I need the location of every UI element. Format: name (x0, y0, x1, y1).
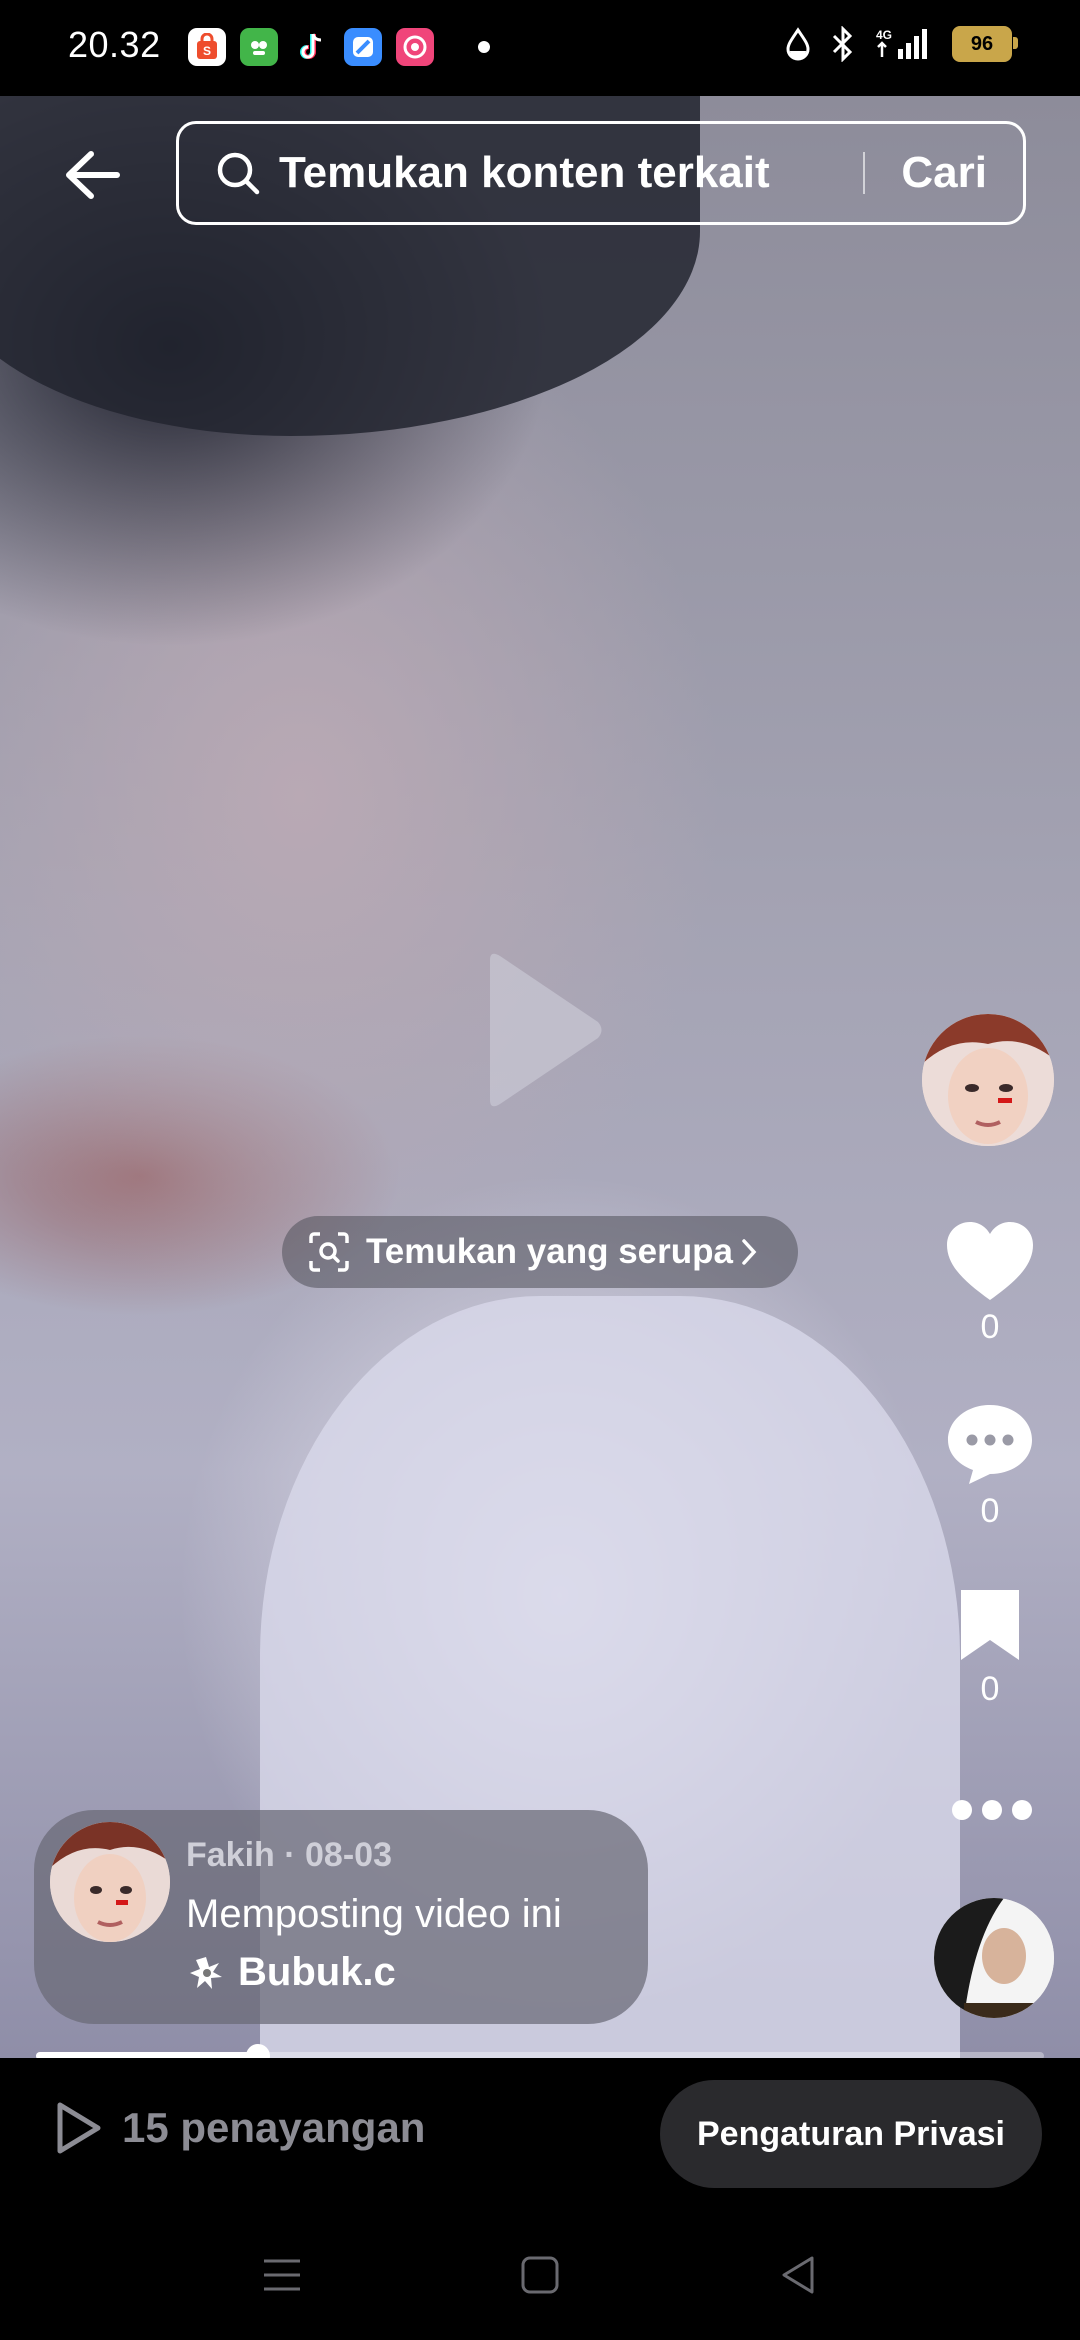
search-icon (217, 152, 260, 195)
signal-icon: 4G (876, 28, 927, 59)
find-similar-button[interactable]: Temukan yang serupa (282, 1216, 798, 1288)
creator-avatar[interactable] (922, 1014, 1054, 1146)
play-outline-icon (57, 2102, 101, 2154)
privacy-settings-button[interactable]: Pengaturan Privasi (660, 2080, 1042, 2188)
author-meta: Fakih · 08-03 (186, 1836, 392, 1874)
search-divider (863, 152, 866, 194)
data-saver-icon (786, 27, 810, 61)
search-input[interactable]: Temukan konten terkait (279, 148, 863, 198)
play-icon[interactable] (480, 950, 605, 1110)
status-bar: 20.32 S 4G 96 (0, 0, 1080, 96)
effect-sparkle-icon (190, 1956, 222, 1989)
back-button[interactable] (58, 140, 128, 210)
more-dot (982, 1800, 1002, 1820)
lazada-icon (396, 28, 434, 66)
notification-icons: S (188, 28, 490, 66)
visual-search-icon (309, 1232, 349, 1272)
home-button[interactable] (510, 2250, 570, 2300)
save-count: 0 (980, 1670, 1000, 1708)
music-disc-image (934, 1898, 1054, 2018)
battery-icon: 96 (952, 26, 1018, 62)
effect-label: Bubuk.c (238, 1950, 396, 1994)
shopee-icon: S (188, 28, 226, 66)
video-player[interactable]: Temukan konten terkait Cari Temukan yang… (0, 96, 1080, 2058)
status-time: 20.32 (68, 24, 161, 65)
heart-icon (947, 1222, 1033, 1300)
effect-link[interactable]: Bubuk.c (188, 1950, 396, 1995)
save-button[interactable]: 0 (942, 1586, 1038, 1709)
menu-icon (264, 2259, 300, 2291)
view-count: 15 penayangan (54, 2100, 425, 2156)
music-disc[interactable] (934, 1898, 1054, 2018)
more-dot (1012, 1800, 1032, 1820)
chevron-right-icon (742, 1239, 757, 1265)
bookmark-icon (961, 1590, 1019, 1660)
back-arrow-icon (66, 151, 120, 199)
back-triangle-icon (782, 2256, 814, 2294)
search-submit-button[interactable]: Cari (901, 148, 987, 198)
view-count-label: 15 penayangan (122, 2104, 426, 2151)
battery-level: 96 (970, 32, 994, 55)
more-notifications-dot (478, 41, 490, 53)
caption-text: Memposting video ini (186, 1892, 562, 1936)
screen: 20.32 S 4G 96 Temukan konten terkait Car… (0, 0, 1080, 2340)
recent-apps-button[interactable] (252, 2250, 312, 2300)
home-square-icon (521, 2256, 559, 2294)
app-blue-icon (344, 28, 382, 66)
back-nav-button[interactable] (768, 2250, 828, 2300)
creator-avatar-image (922, 1014, 1054, 1146)
more-options-button[interactable] (952, 1794, 1032, 1826)
like-count: 0 (980, 1308, 1000, 1346)
status-right: 4G 96 (784, 26, 1018, 62)
svg-text:S: S (203, 44, 211, 58)
author-avatar-image (50, 1822, 170, 1942)
tiktok-icon (292, 28, 330, 66)
like-button[interactable]: 0 (942, 1220, 1038, 1347)
comment-button[interactable]: 0 (942, 1402, 1038, 1531)
more-dot (952, 1800, 972, 1820)
caption-card[interactable]: Fakih · 08-03 Memposting video ini Bubuk… (34, 1810, 648, 2024)
tokopedia-icon (240, 28, 278, 66)
comment-icon (948, 1405, 1032, 1484)
comment-count: 0 (980, 1492, 1000, 1530)
find-similar-label: Temukan yang serupa (366, 1232, 733, 1271)
network-type: 4G (876, 28, 892, 42)
bluetooth-icon (832, 26, 853, 62)
search-bar[interactable]: Temukan konten terkait Cari (176, 121, 1026, 225)
author-avatar[interactable] (50, 1822, 170, 1942)
